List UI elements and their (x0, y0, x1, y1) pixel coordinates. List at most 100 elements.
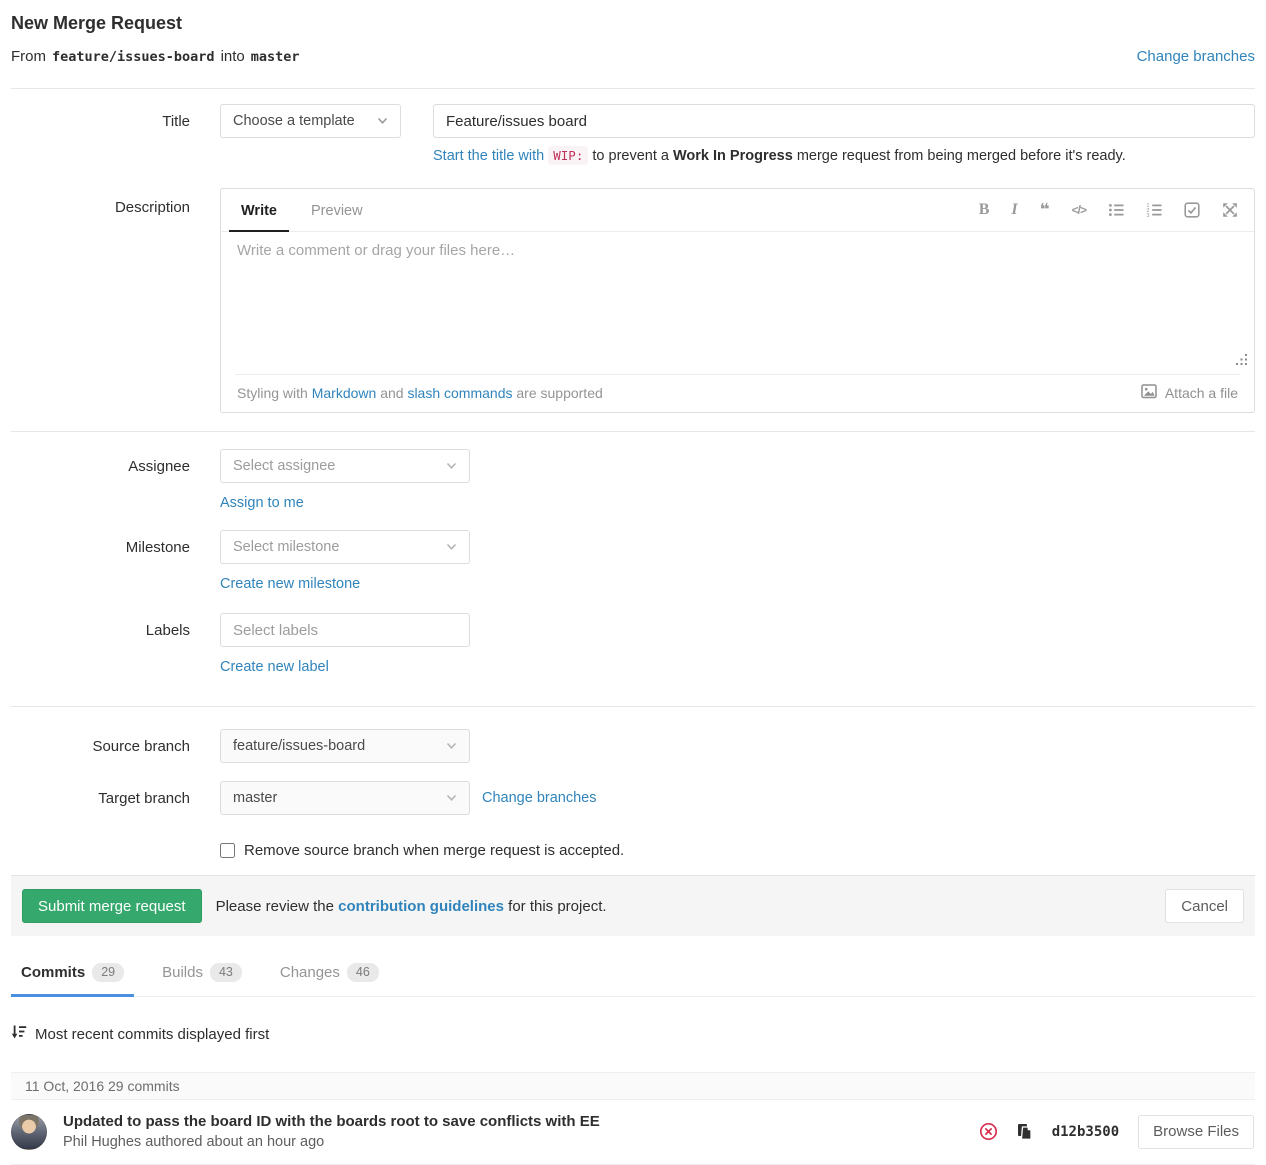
markdown-toolbar: B I ❝ </> 123 (979, 189, 1238, 231)
page-title: New Merge Request (11, 0, 1255, 34)
commit-main: Updated to pass the board ID with the bo… (63, 1113, 979, 1150)
tab-builds-count: 43 (210, 963, 242, 982)
image-attach-icon (1141, 384, 1158, 402)
copy-sha-icon[interactable] (1017, 1123, 1033, 1140)
tab-preview[interactable]: Preview (307, 189, 367, 231)
target-branch-select[interactable]: master (220, 781, 470, 815)
source-branch-label: Source branch (11, 738, 190, 755)
and-text: and (380, 385, 403, 401)
change-branches-link-top[interactable]: Change branches (1137, 48, 1255, 65)
source-branch-select-value: feature/issues-board (233, 738, 432, 754)
new-merge-request-page: New Merge Request From feature/issues-bo… (0, 0, 1266, 1165)
wip-hint: Start the title with WIP: to prevent a W… (433, 148, 1255, 164)
commits-group-header: 11 Oct, 2016 29 commits (11, 1072, 1255, 1100)
markdown-link[interactable]: Markdown (312, 385, 377, 401)
bullet-list-icon[interactable] (1108, 202, 1124, 218)
assignee-label: Assignee (11, 458, 190, 475)
remove-source-branch-row: Remove source branch when merge request … (11, 842, 1255, 859)
attach-file-button[interactable]: Attach a file (1141, 384, 1238, 402)
milestone-label: Milestone (11, 539, 190, 556)
ci-status-failed-icon[interactable] (979, 1122, 998, 1141)
tab-write[interactable]: Write (237, 189, 281, 231)
template-select[interactable]: Choose a template (220, 104, 401, 138)
title-input[interactable] (433, 104, 1255, 138)
remove-source-branch-option: Remove source branch when merge request … (220, 842, 624, 859)
styling-with-text: Styling with (237, 385, 308, 401)
create-label-wrap: Create new label (220, 659, 1255, 675)
tab-commits[interactable]: Commits 29 (11, 950, 134, 996)
description-textarea[interactable] (221, 232, 1254, 370)
contribution-guidelines-link[interactable]: contribution guidelines (338, 898, 504, 915)
assignee-select-value: Select assignee (233, 458, 432, 474)
submit-merge-request-button[interactable]: Submit merge request (22, 889, 202, 923)
italic-icon[interactable]: I (1011, 201, 1017, 219)
title-label: Title (11, 113, 190, 130)
start-title-with-link[interactable]: Start the title with (433, 148, 544, 164)
commit-sha[interactable]: d12b3500 (1052, 1124, 1119, 1140)
numbered-list-icon[interactable]: 123 (1146, 202, 1162, 218)
avatar[interactable] (11, 1114, 47, 1150)
task-list-icon[interactable] (1184, 202, 1200, 218)
markdown-footer: Styling with Markdown and slash commands… (235, 374, 1240, 412)
browse-files-button[interactable]: Browse Files (1138, 1115, 1254, 1149)
assign-to-me-wrap: Assign to me (220, 495, 1255, 511)
description-row: Description Write Preview B I ❝ </> (11, 188, 1255, 413)
merge-request-form: Title Choose a template Start the title … (11, 89, 1255, 936)
section-divider (11, 706, 1255, 707)
milestone-row: Milestone Select milestone (11, 530, 1255, 564)
change-branches-link-bottom[interactable]: Change branches (482, 790, 596, 806)
chevron-down-icon (446, 742, 457, 750)
cancel-button[interactable]: Cancel (1165, 889, 1244, 923)
target-branch-select-value: master (233, 790, 432, 806)
title-row: Title Choose a template (11, 104, 1255, 138)
tab-commits-label: Commits (21, 964, 85, 981)
tab-changes[interactable]: Changes 46 (270, 950, 389, 996)
commits-sort-note-label: Most recent commits displayed first (35, 1026, 269, 1043)
commit-title[interactable]: Updated to pass the board ID with the bo… (63, 1113, 979, 1130)
tab-changes-label: Changes (280, 964, 340, 981)
source-branch-row: Source branch feature/issues-board (11, 729, 1255, 763)
chevron-down-icon (446, 794, 457, 802)
sort-amount-desc-icon (11, 1024, 27, 1044)
labels-input[interactable] (220, 613, 470, 647)
commit-row: Updated to pass the board ID with the bo… (11, 1100, 1255, 1165)
wip-code: WIP: (548, 146, 588, 165)
milestone-select-value: Select milestone (233, 539, 432, 555)
work-in-progress-bold: Work In Progress (673, 148, 793, 164)
supported-text: are supported (516, 385, 602, 401)
mr-tabs: Commits 29 Builds 43 Changes 46 (11, 950, 1255, 997)
commit-row-actions: d12b3500 Browse Files (979, 1115, 1254, 1149)
labels-row: Labels (11, 613, 1255, 647)
resize-handle[interactable] (1235, 353, 1248, 370)
remove-source-branch-label: Remove source branch when merge request … (244, 842, 624, 859)
labels-label: Labels (11, 622, 190, 639)
form-actions-bar: Submit merge request Please review the c… (11, 875, 1255, 936)
description-label: Description (11, 188, 190, 216)
source-branch-name: feature/issues-board (52, 49, 215, 65)
markdown-editor-header: Write Preview B I ❝ </> 123 (221, 189, 1254, 232)
source-branch-select[interactable]: feature/issues-board (220, 729, 470, 763)
create-new-milestone-link[interactable]: Create new milestone (220, 576, 360, 592)
bold-icon[interactable]: B (979, 201, 990, 219)
milestone-select[interactable]: Select milestone (220, 530, 470, 564)
markdown-support-note: Styling with Markdown and slash commands… (237, 385, 603, 401)
tab-commits-count: 29 (92, 963, 124, 982)
tab-builds[interactable]: Builds 43 (152, 950, 252, 996)
create-new-label-link[interactable]: Create new label (220, 659, 329, 675)
target-branch-label: Target branch (11, 790, 190, 807)
assignee-select[interactable]: Select assignee (220, 449, 470, 483)
target-branch-row: Target branch master Change branches (11, 781, 1255, 815)
from-label: From (11, 48, 46, 65)
tab-changes-count: 46 (347, 963, 379, 982)
tab-builds-label: Builds (162, 964, 203, 981)
remove-source-branch-checkbox[interactable] (220, 843, 235, 858)
code-icon[interactable]: </> (1072, 203, 1086, 217)
attach-file-label: Attach a file (1165, 385, 1238, 401)
into-label: into (221, 48, 245, 65)
section-divider (11, 431, 1255, 432)
quote-icon[interactable]: ❝ (1040, 205, 1050, 215)
assign-to-me-link[interactable]: Assign to me (220, 495, 304, 511)
slash-commands-link[interactable]: slash commands (407, 385, 512, 401)
fullscreen-icon[interactable] (1222, 202, 1238, 218)
review-note: Please review the contribution guideline… (216, 898, 607, 915)
